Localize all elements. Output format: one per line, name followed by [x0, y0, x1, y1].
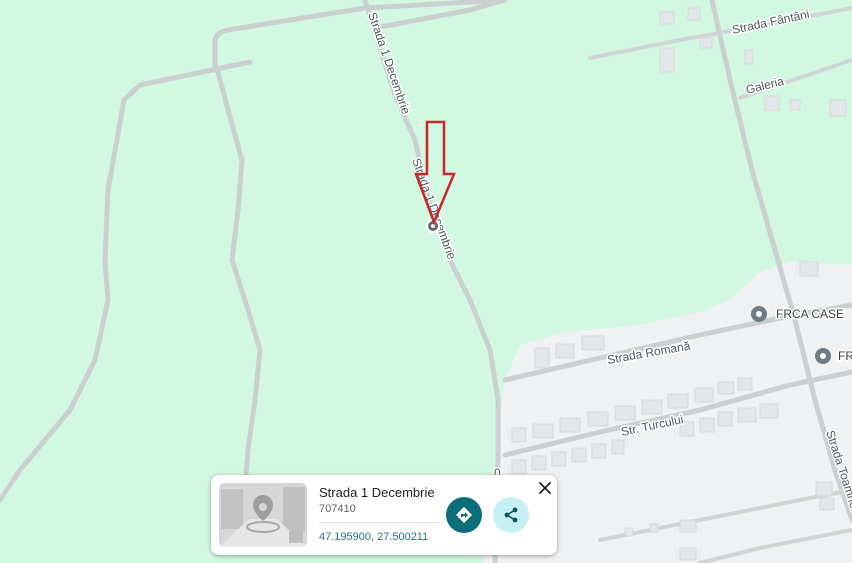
directions-icon	[456, 507, 472, 523]
poi-label: FRCA CASE	[776, 307, 844, 321]
place-card[interactable]: Strada 1 Decembrie 707410 47.195900, 27.…	[211, 475, 557, 555]
card-divider	[319, 522, 439, 523]
close-icon	[539, 482, 551, 494]
coordinates-link[interactable]: 47.195900, 27.500211	[319, 531, 428, 543]
place-title: Strada 1 Decembrie	[319, 485, 435, 500]
close-button[interactable]	[536, 479, 554, 497]
directions-button[interactable]	[446, 497, 482, 533]
street-view-thumbnail[interactable]	[219, 483, 307, 547]
share-button[interactable]	[493, 497, 529, 533]
postal-code: 707410	[319, 503, 356, 515]
share-icon	[504, 507, 518, 523]
place-pin-icon	[751, 306, 767, 322]
place-pin-icon	[815, 348, 831, 364]
poi-label: FR	[838, 349, 852, 363]
